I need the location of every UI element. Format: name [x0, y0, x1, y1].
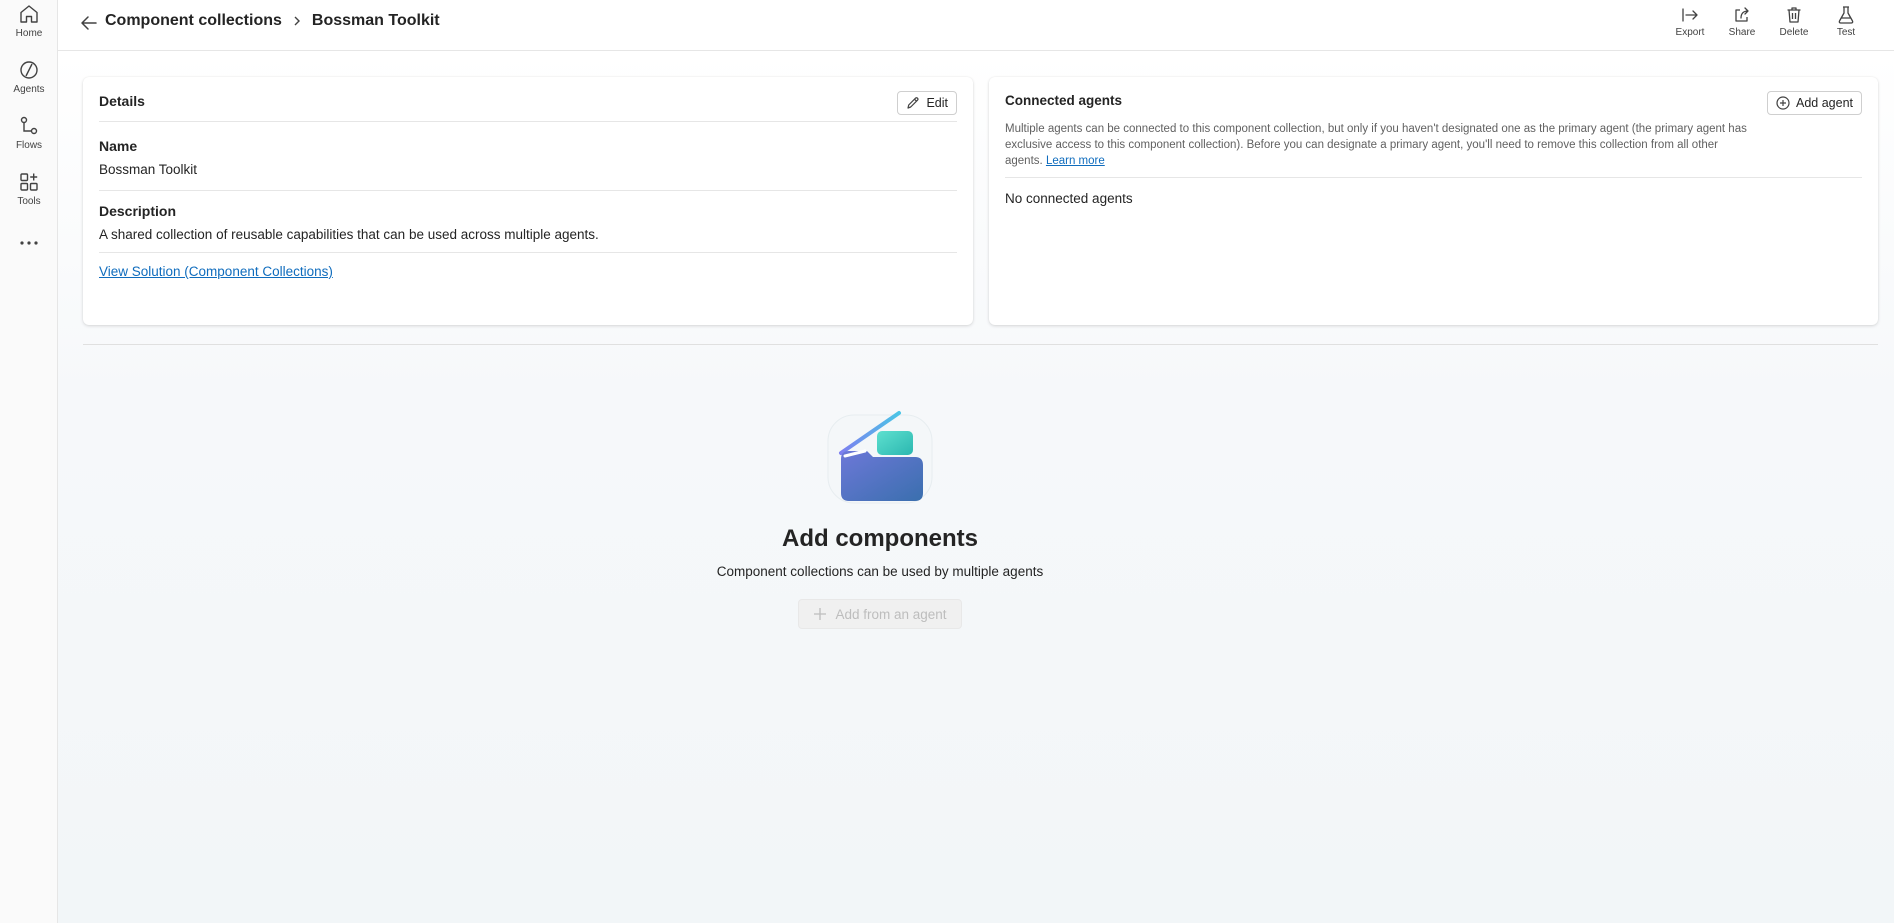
- export-button[interactable]: Export: [1664, 5, 1716, 38]
- add-agent-button[interactable]: Add agent: [1767, 91, 1862, 115]
- empty-components-state: Add components Component collections can…: [58, 407, 1702, 629]
- name-label: Name: [99, 138, 138, 154]
- connected-agents-card: Connected agents Add agent Multiple agen…: [989, 77, 1878, 325]
- test-button[interactable]: Test: [1820, 5, 1872, 38]
- main-content: Details Edit Name Bossman Toolkit Descri…: [58, 52, 1894, 923]
- breadcrumb-component-collections[interactable]: Component collections: [105, 12, 282, 30]
- rail-item-label: Tools: [17, 196, 41, 207]
- rail-item-flows[interactable]: Flows: [0, 114, 58, 151]
- connected-agents-description: Multiple agents can be connected to this…: [1005, 121, 1757, 169]
- add-agent-label: Add agent: [1796, 96, 1853, 110]
- rail-item-tools[interactable]: Tools: [0, 170, 58, 207]
- more-icon: [20, 241, 38, 245]
- action-label: Test: [1836, 27, 1856, 38]
- add-circle-icon: [1776, 96, 1790, 110]
- chevron-right-icon: [292, 15, 302, 27]
- delete-icon: [1787, 7, 1801, 23]
- action-label: Share: [1728, 27, 1756, 38]
- share-button[interactable]: Share: [1716, 5, 1768, 38]
- section-divider: [83, 344, 1878, 345]
- back-button[interactable]: [78, 12, 100, 34]
- agents-icon: [20, 61, 38, 79]
- export-icon: [1682, 8, 1698, 22]
- plus-icon: [814, 608, 827, 620]
- home-icon: [20, 5, 38, 23]
- test-flask-icon: [1838, 6, 1854, 24]
- component-folder-illustration-icon: [827, 411, 933, 504]
- tools-icon: [20, 173, 38, 191]
- add-components-title: Add components: [782, 525, 978, 552]
- add-components-subtitle: Component collections can be used by mul…: [716, 564, 1044, 579]
- back-arrow-icon: [81, 16, 97, 30]
- view-solution-link[interactable]: View Solution (Component Collections): [99, 264, 333, 279]
- divider: [99, 252, 957, 253]
- divider: [1005, 177, 1862, 178]
- learn-more-link[interactable]: Learn more: [1046, 155, 1105, 167]
- description-label: Description: [99, 203, 177, 219]
- details-card: Details Edit Name Bossman Toolkit Descri…: [83, 77, 973, 325]
- action-label: Delete: [1779, 27, 1809, 38]
- name-value: Bossman Toolkit: [99, 162, 198, 177]
- no-connected-agents-text: No connected agents: [1005, 191, 1133, 206]
- description-value: A shared collection of reusable capabili…: [99, 227, 599, 242]
- rail-item-agents[interactable]: Agents: [0, 58, 58, 95]
- share-icon: [1735, 7, 1749, 22]
- description-text: Multiple agents can be connected to this…: [1005, 123, 1747, 167]
- details-title: Details: [99, 93, 145, 109]
- pencil-icon: [907, 97, 919, 109]
- divider: [99, 121, 957, 122]
- connected-agents-title: Connected agents: [1005, 93, 1123, 108]
- rail-item-home[interactable]: Home: [0, 2, 58, 39]
- divider: [99, 190, 957, 191]
- action-label: Export: [1675, 27, 1705, 38]
- edit-button[interactable]: Edit: [897, 91, 957, 115]
- rail-item-label: Agents: [13, 84, 45, 95]
- left-nav-rail: Home Agents Flows Tools: [0, 0, 58, 923]
- header-actions: Export Share Delete Test: [1664, 5, 1872, 38]
- add-from-agent-label: Add from an agent: [835, 606, 947, 622]
- rail-item-label: Home: [15, 28, 43, 39]
- delete-button[interactable]: Delete: [1768, 5, 1820, 38]
- flows-icon: [20, 116, 38, 135]
- page-header: Component collections Bossman Toolkit Ex…: [58, 0, 1894, 51]
- rail-more-button[interactable]: [0, 232, 58, 254]
- add-from-agent-button[interactable]: Add from an agent: [798, 599, 962, 629]
- breadcrumb: Component collections Bossman Toolkit: [105, 12, 440, 30]
- rail-item-label: Flows: [15, 140, 43, 151]
- edit-label: Edit: [926, 96, 948, 110]
- breadcrumb-current: Bossman Toolkit: [311, 12, 440, 29]
